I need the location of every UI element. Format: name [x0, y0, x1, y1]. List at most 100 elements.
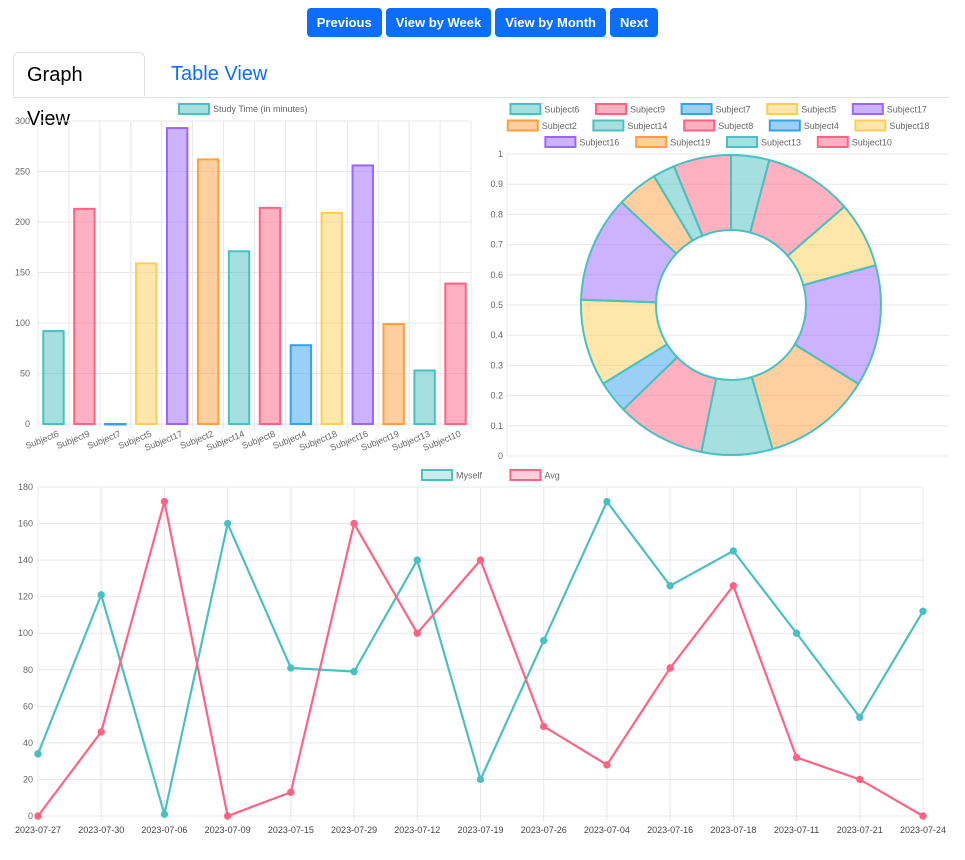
bar: [382, 323, 405, 425]
y-tick-label: 0.9: [490, 179, 503, 189]
data-point: [792, 629, 801, 637]
legend-label: Myself: [456, 471, 483, 481]
y-tick-label: 100: [15, 318, 30, 328]
y-tick-label: 160: [18, 519, 33, 529]
y-tick-label: 0.6: [490, 270, 503, 280]
next-button[interactable]: Next: [610, 8, 659, 37]
legend-label: Avg: [544, 471, 559, 481]
x-tick-label: 2023-07-18: [710, 825, 756, 835]
bar: [258, 206, 282, 425]
y-tick-label: 200: [15, 217, 30, 227]
bar: [135, 262, 158, 425]
legend-swatch: [766, 103, 799, 115]
subject-doughnut-chart: Subject6 Subject9 Subject7 Subject5 Subject1…: [490, 103, 949, 461]
bar: [413, 369, 436, 425]
legend-label: Subject4: [804, 121, 839, 131]
data-point: [856, 713, 864, 722]
legend-label: Study Time (in minutes): [213, 104, 308, 114]
legend-swatch: [421, 469, 453, 481]
data-point: [34, 812, 42, 820]
legend-label: Subject2: [542, 121, 577, 131]
doughnut-legend: Subject6 Subject9 Subject7 Subject5 Subject1…: [506, 103, 929, 148]
bar: [42, 330, 65, 425]
data-point: [223, 519, 232, 528]
x-tick-label: Subject6: [24, 429, 60, 451]
y-tick-label: 60: [23, 701, 33, 711]
legend-swatch: [595, 103, 627, 115]
y-tick-label: 0.1: [490, 421, 503, 431]
legend-label: Subject10: [852, 138, 892, 148]
x-tick-label: 2023-07-27: [15, 825, 61, 835]
data-point: [287, 664, 295, 672]
legend-swatch: [768, 119, 801, 132]
legend-label: Subject17: [887, 105, 927, 115]
x-tick-label: 2023-07-19: [457, 825, 503, 835]
data-point: [919, 812, 927, 820]
y-tick-label: 50: [20, 369, 30, 379]
legend-swatch: [544, 136, 577, 148]
legend-swatch: [509, 103, 542, 115]
data-point: [413, 629, 421, 637]
y-tick-label: 150: [15, 268, 30, 278]
y-tick-label: 0: [25, 419, 30, 429]
legend-swatch: [726, 136, 758, 148]
legend-label: Subject16: [579, 138, 619, 148]
legend-swatch: [680, 103, 713, 115]
data-point: [413, 556, 421, 564]
y-tick-label: 100: [18, 628, 33, 638]
legend-swatch: [851, 103, 884, 115]
legend-swatch: [683, 119, 716, 132]
data-point: [540, 636, 548, 645]
data-point: [729, 582, 738, 590]
y-tick-label: 0.8: [490, 209, 503, 219]
y-tick-label: 180: [18, 482, 33, 492]
y-tick-label: 1: [498, 149, 503, 159]
data-point: [540, 722, 548, 731]
x-tick-label: 2023-07-29: [331, 825, 377, 835]
x-tick-label: 2023-07-09: [205, 825, 251, 835]
view-by-week-button[interactable]: View by Week: [385, 8, 492, 37]
x-tick-label: 2023-07-21: [837, 825, 883, 835]
data-point: [729, 547, 738, 555]
view-by-month-button[interactable]: View by Month: [495, 8, 606, 37]
data-point: [476, 556, 485, 564]
legend-swatch: [506, 119, 539, 132]
y-tick-label: 0: [498, 451, 503, 461]
y-tick-label: 0: [28, 811, 33, 821]
y-tick-label: 250: [15, 167, 30, 177]
legend-label: Subject5: [801, 105, 836, 115]
bar: [289, 344, 313, 425]
data-point: [160, 497, 169, 506]
data-point: [350, 519, 358, 528]
legend-swatch: [592, 119, 625, 132]
y-tick-label: 0.4: [490, 330, 503, 340]
legend-swatch: [635, 136, 668, 148]
data-point: [792, 753, 801, 762]
legend-label: Subject14: [627, 121, 667, 131]
study-time-bar-chart: Study Time (in minutes) 0 50 100 150 200 250 30…: [15, 103, 472, 453]
legend-swatch: [854, 119, 887, 132]
y-tick-label: 20: [23, 774, 33, 784]
data-point: [856, 775, 864, 784]
y-tick-label: 0.7: [490, 240, 503, 250]
x-tick-label: 2023-07-04: [584, 825, 630, 835]
tab-graph-view[interactable]: Graph View: [13, 52, 145, 130]
x-tick-label: 2023-07-12: [394, 825, 440, 835]
data-point: [223, 812, 232, 820]
data-point: [97, 591, 105, 599]
x-tick-label: 2023-07-24: [900, 825, 946, 835]
period-navigation: Previous View by Week View by Month Next: [0, 8, 965, 37]
view-tabs: Graph View Table View: [13, 52, 949, 130]
y-tick-label: 0.2: [490, 391, 503, 401]
y-tick-label: 0.3: [490, 360, 503, 370]
legend-label: Subject13: [761, 138, 801, 148]
data-point: [160, 810, 169, 818]
bar: [320, 211, 344, 425]
data-point: [97, 728, 105, 736]
bar: [196, 158, 220, 425]
bar: [444, 282, 467, 425]
y-tick-label: 300: [15, 116, 30, 126]
previous-button[interactable]: Previous: [306, 8, 382, 37]
legend-label: Subject6: [544, 105, 579, 115]
tab-table-view[interactable]: Table View: [158, 52, 280, 96]
